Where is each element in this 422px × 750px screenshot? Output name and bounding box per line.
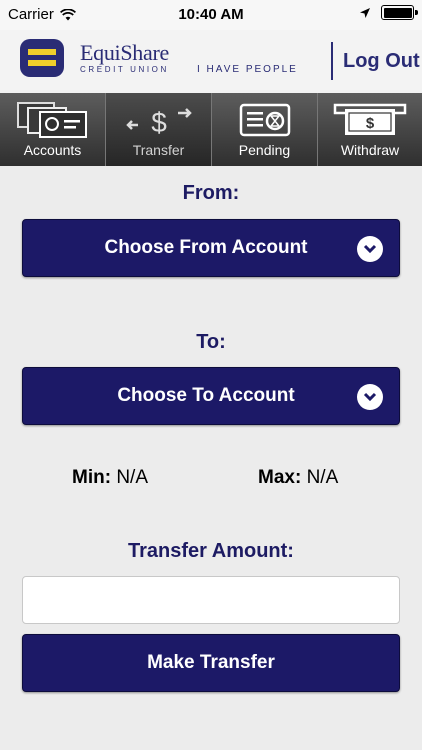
- app-header: EquiShare CREDIT UNION I HAVE PEOPLE Log…: [0, 30, 422, 93]
- max-amount: Max: N/A: [258, 467, 338, 489]
- tab-label: Pending: [238, 142, 291, 158]
- chevron-down-icon: [357, 236, 383, 262]
- to-label: To:: [196, 331, 226, 353]
- tab-withdraw[interactable]: $ Withdraw: [318, 93, 422, 166]
- header-divider: [331, 42, 333, 80]
- svg-text:$: $: [151, 107, 167, 138]
- from-account-select[interactable]: Choose From Account: [22, 219, 400, 277]
- tab-accounts[interactable]: Accounts: [0, 93, 106, 166]
- min-amount: Min: N/A: [72, 467, 148, 489]
- tab-label: Accounts: [23, 142, 82, 158]
- brand-subtitle: CREDIT UNION: [80, 65, 169, 74]
- from-account-select-text: Choose From Account: [104, 237, 308, 258]
- brand-name: EquiShare: [80, 40, 169, 65]
- make-transfer-button[interactable]: Make Transfer: [22, 634, 400, 692]
- tab-label: Withdraw: [340, 142, 400, 158]
- to-account-select[interactable]: Choose To Account: [22, 367, 400, 425]
- battery-icon: [381, 5, 418, 20]
- tab-pending[interactable]: Pending: [212, 93, 318, 166]
- from-label: From:: [182, 182, 240, 204]
- withdraw-icon: $: [333, 103, 407, 135]
- svg-text:$: $: [366, 115, 375, 132]
- chevron-down-icon: [357, 384, 383, 410]
- transfer-amount-input[interactable]: [22, 576, 400, 624]
- equishare-logo-icon: [20, 39, 64, 77]
- tab-transfer[interactable]: $ Transfer: [106, 93, 212, 166]
- min-value: N/A: [116, 467, 149, 488]
- pending-icon: [239, 103, 290, 137]
- min-label: Min:: [72, 467, 112, 488]
- to-account-select-text: Choose To Account: [117, 385, 295, 406]
- tagline: I HAVE PEOPLE: [197, 64, 298, 75]
- accounts-icon: [16, 102, 87, 138]
- location-arrow-icon: [360, 7, 370, 18]
- tab-bar: Accounts $ Transfer Pending $ Withdraw: [0, 93, 422, 166]
- max-label: Max:: [258, 467, 302, 488]
- status-bar: Carrier 10:40 AM: [0, 0, 422, 30]
- logout-button[interactable]: Log Out: [343, 50, 420, 73]
- transfer-icon: $: [125, 107, 192, 138]
- transfer-amount-label: Transfer Amount:: [128, 540, 294, 562]
- status-right: [359, 5, 418, 20]
- brand-wordmark: EquiShare CREDIT UNION: [80, 40, 169, 75]
- tab-label: Transfer: [132, 142, 185, 158]
- max-value: N/A: [306, 467, 339, 488]
